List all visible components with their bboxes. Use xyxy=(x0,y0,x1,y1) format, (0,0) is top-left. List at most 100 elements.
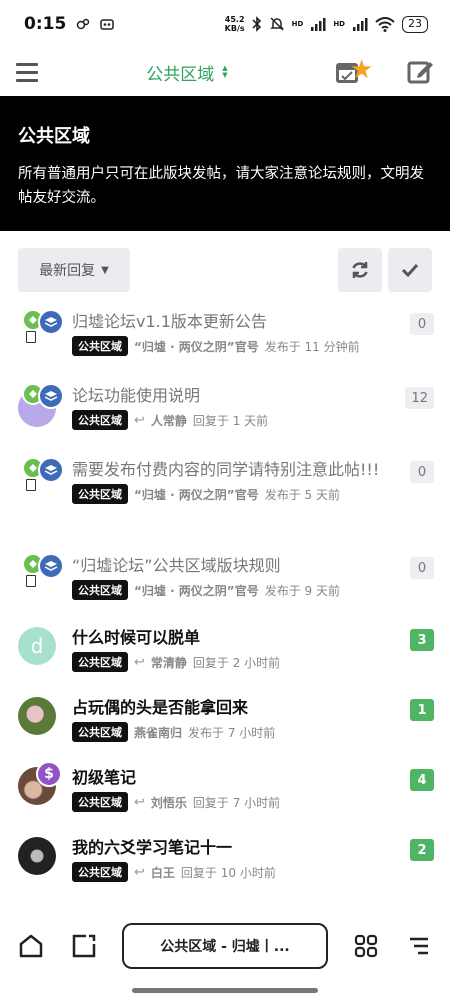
reply-icon: ↩ xyxy=(134,864,145,880)
layers-icon xyxy=(38,553,64,579)
reply-count: 4 xyxy=(410,769,434,791)
poster-name[interactable]: 燕雀南归 xyxy=(134,724,182,741)
poster-name[interactable]: “归墟 · 两仪之阴”官号 xyxy=(134,582,259,599)
category-badge[interactable]: 公共区域 xyxy=(72,722,128,742)
layers-icon xyxy=(38,457,64,483)
layers-icon xyxy=(38,383,64,409)
current-page-pill[interactable]: 公共区域 - 归墟丨... xyxy=(122,923,328,969)
topic-title[interactable]: 占玩偶的头是否能拿回来 xyxy=(72,697,410,719)
banner-title: 公共区域 xyxy=(18,126,90,147)
refresh-icon xyxy=(352,262,368,278)
category-banner: 公共区域 所有普通用户只可在此版块发帖，请大家注意论坛规则，文明发帖友好交流。 xyxy=(0,96,450,231)
topic-activity: 回复于 10 小时前 xyxy=(180,865,276,880)
topic-row[interactable]: d 什么时候可以脱单 公共区域 ↩ 常清静 回复于 2 小时前 3 xyxy=(0,625,450,695)
category-badge[interactable]: 公共区域 xyxy=(72,580,128,600)
avatar[interactable]: d xyxy=(18,627,56,665)
grid-icon xyxy=(354,934,378,958)
poster-name[interactable]: 刘悟乐 xyxy=(151,794,187,811)
category-badge[interactable]: 公共区域 xyxy=(72,652,128,672)
reply-count: 1 xyxy=(410,699,434,721)
topic-row[interactable]: 我的六爻学习笔记十一 公共区域 ↩ 白王 回复于 10 小时前 2 xyxy=(0,835,450,895)
chevron-updown-icon: ▲ ▼ xyxy=(222,64,228,79)
category-badge[interactable]: 公共区域 xyxy=(72,410,128,430)
sort-label: 最新回复 xyxy=(39,263,96,279)
share-square-icon xyxy=(72,934,96,958)
avatar[interactable] xyxy=(18,697,56,735)
refresh-button[interactable] xyxy=(338,248,382,292)
avatar-letter: d xyxy=(30,634,44,658)
topic-activity: 回复于 7 小时前 xyxy=(192,795,281,810)
poster-name[interactable]: 常清静 xyxy=(151,654,187,671)
home-button[interactable] xyxy=(16,931,46,961)
topic-activity: 发布于 7 小时前 xyxy=(188,725,276,740)
bell-muted-icon xyxy=(269,17,284,31)
banner-description: 所有普通用户只可在此版块发帖，请大家注意论坛规则，文明发帖友好交流。 xyxy=(18,166,424,206)
nav-title: 公共区域 xyxy=(146,64,215,85)
calendar-star-icon[interactable]: ★ xyxy=(335,55,376,87)
check-icon xyxy=(401,263,419,278)
category-badge[interactable]: 公共区域 xyxy=(72,862,128,882)
topic-row[interactable]: 论坛功能使用说明 公共区域 ↩ 人常静 回复于 1 天前 12 xyxy=(0,383,450,457)
signal-label: HD xyxy=(291,20,304,28)
topic-title[interactable]: 归墟论坛v1.1版本更新公告 xyxy=(72,311,410,333)
reply-count: 0 xyxy=(410,313,434,335)
topic-title[interactable]: 论坛功能使用说明 xyxy=(72,385,405,407)
mark-read-button[interactable] xyxy=(388,248,432,292)
poster-name[interactable]: “归墟 · 两仪之阴”官号 xyxy=(134,486,259,503)
sort-dropdown[interactable]: 最新回复 ▼ xyxy=(18,248,130,292)
tabs-button[interactable] xyxy=(351,931,381,961)
lock-icon xyxy=(26,479,36,491)
topic-activity: 发布于 9 天前 xyxy=(264,583,340,598)
reply-icon: ↩ xyxy=(134,794,145,810)
reply-count: 2 xyxy=(410,839,434,861)
reply-icon: ↩ xyxy=(134,654,145,670)
topic-list: 归墟论坛v1.1版本更新公告 公共区域 “归墟 · 两仪之阴”官号 发布于 11… xyxy=(0,309,450,895)
poster-name[interactable]: 人常静 xyxy=(151,412,187,429)
topic-title[interactable]: 初级笔记 xyxy=(72,767,410,789)
category-badge[interactable]: 公共区域 xyxy=(72,336,128,356)
menu-button[interactable] xyxy=(404,931,434,961)
caret-down-icon: ▼ xyxy=(101,264,109,276)
poster-name[interactable]: 白王 xyxy=(151,864,175,881)
bluetooth-icon xyxy=(252,16,261,32)
reply-count: 12 xyxy=(405,387,434,409)
topic-row[interactable]: $ 初级笔记 公共区域 ↩ 刘悟乐 回复于 7 小时前 4 xyxy=(0,761,450,835)
app-notification-icon xyxy=(100,19,115,30)
compose-icon[interactable] xyxy=(406,58,434,86)
reply-count: 0 xyxy=(410,557,434,579)
home-indicator[interactable] xyxy=(132,988,318,993)
category-badge[interactable]: 公共区域 xyxy=(72,792,128,812)
topic-row[interactable]: 归墟论坛v1.1版本更新公告 公共区域 “归墟 · 两仪之阴”官号 发布于 11… xyxy=(0,309,450,383)
home-icon xyxy=(19,934,43,958)
category-selector[interactable]: 公共区域 ▲ ▼ xyxy=(146,60,227,85)
lock-icon xyxy=(26,575,36,587)
status-bar: 0:15 45.2 KB/s HD HD 23 xyxy=(0,0,450,48)
wifi-icon xyxy=(375,16,395,32)
topic-row[interactable]: “归墟论坛”公共区域版块规则 公共区域 “归墟 · 两仪之阴”官号 发布于 9 … xyxy=(0,553,450,625)
category-badge[interactable]: 公共区域 xyxy=(72,484,128,504)
poster-name[interactable]: “归墟 · 两仪之阴”官号 xyxy=(134,338,259,355)
net-speed: 45.2 KB/s xyxy=(224,15,245,33)
topic-title[interactable]: 我的六爻学习笔记十一 xyxy=(72,837,410,859)
topic-row[interactable]: 占玩偶的头是否能拿回来 公共区域 燕雀南归 发布于 7 小时前 1 xyxy=(0,695,450,765)
battery-indicator: 23 xyxy=(402,15,428,33)
topic-row[interactable]: 需要发布付费内容的同学请特别注意此帖!!! 公共区域 “归墟 · 两仪之阴”官号… xyxy=(0,457,450,553)
list-lines-icon xyxy=(410,937,428,955)
topic-activity: 回复于 1 天前 xyxy=(192,413,269,428)
list-toolbar: 最新回复 ▼ xyxy=(0,231,450,309)
lock-icon xyxy=(26,331,36,343)
menu-icon[interactable] xyxy=(16,62,38,82)
topic-title[interactable]: “归墟论坛”公共区域版块规则 xyxy=(72,555,410,577)
topic-activity: 回复于 2 小时前 xyxy=(192,655,281,670)
topic-title[interactable]: 需要发布付费内容的同学请特别注意此帖!!! xyxy=(72,459,410,481)
back-button[interactable] xyxy=(69,931,99,961)
bottom-bar: 公共区域 - 归墟丨... xyxy=(0,918,450,974)
topic-title[interactable]: 什么时候可以脱单 xyxy=(72,627,410,649)
signal-icon xyxy=(353,18,368,31)
avatar[interactable] xyxy=(18,837,56,875)
status-time: 0:15 xyxy=(24,14,67,34)
current-page-label: 公共区域 - 归墟丨... xyxy=(160,939,290,955)
reply-icon: ↩ xyxy=(134,412,145,428)
reply-count: 3 xyxy=(410,629,434,651)
top-nav: 公共区域 ▲ ▼ ★ xyxy=(0,48,450,96)
